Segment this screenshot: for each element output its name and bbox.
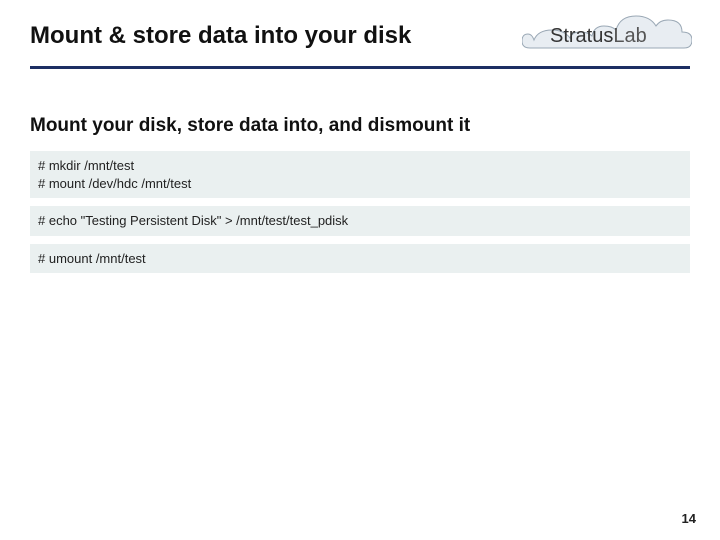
svg-text:StratusLab: StratusLab: [550, 25, 647, 47]
code-block-2: # echo "Testing Persistent Disk" > /mnt/…: [30, 206, 690, 236]
header-rule: [30, 66, 690, 69]
slide-header: Mount & store data into your disk Stratu…: [0, 0, 720, 58]
stratuslab-logo: StratusLab: [522, 14, 692, 60]
logo-text-main: Stratus: [550, 25, 613, 47]
page-number: 14: [682, 511, 696, 526]
code-block-1: # mkdir /mnt/test # mount /dev/hdc /mnt/…: [30, 151, 690, 198]
section-subtitle: Mount your disk, store data into, and di…: [30, 115, 690, 137]
code-block-3: # umount /mnt/test: [30, 244, 690, 274]
logo-text-sub: Lab: [613, 25, 646, 47]
